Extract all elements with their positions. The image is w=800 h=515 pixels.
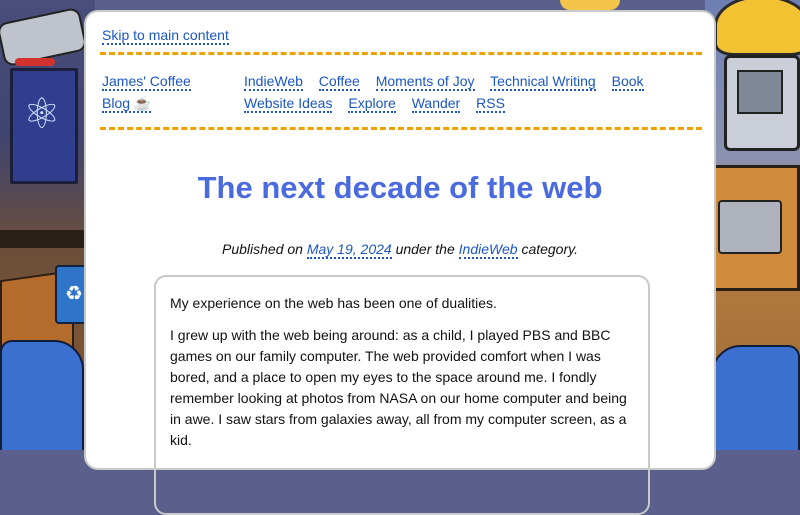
category-suffix: category. — [521, 241, 578, 257]
nav-item-moments-of-joy[interactable]: Moments of Joy — [375, 73, 475, 91]
nav-item-wander[interactable]: Wander — [411, 95, 461, 113]
category-prefix: under the — [395, 241, 455, 257]
site-name-container: James' Coffee Blog ☕ — [102, 70, 222, 114]
site-name-link[interactable]: James' Coffee Blog ☕ — [102, 73, 191, 113]
printer-illustration — [718, 200, 782, 254]
nav-item-rss[interactable]: RSS — [476, 95, 505, 113]
atom-icon: ⚛ — [23, 90, 61, 137]
nav-item-explore[interactable]: Explore — [348, 95, 396, 113]
ceiling-light — [560, 0, 620, 10]
header-divider-top — [100, 52, 702, 55]
post-title: The next decade of the web — [197, 170, 603, 205]
published-prefix: Published on — [222, 241, 303, 257]
shelf-illustration — [0, 230, 95, 248]
nav-item-book[interactable]: Book — [611, 73, 644, 91]
post-date-link[interactable]: May 19, 2024 — [306, 241, 392, 259]
hard-hat-illustration — [714, 0, 800, 56]
nav-item-website-ideas[interactable]: Website Ideas — [244, 95, 333, 113]
monitor-illustration — [724, 55, 800, 151]
post-body: My experience on the web has been one of… — [154, 275, 650, 515]
post-category-link[interactable]: IndieWeb — [458, 241, 518, 259]
monitor-screen — [737, 70, 783, 114]
header-divider-bottom — [100, 127, 702, 130]
rolled-posters-right — [711, 345, 800, 450]
nav-item-coffee[interactable]: Coffee — [318, 73, 360, 91]
main-nav: IndieWeb Coffee Moments of Joy Technical… — [244, 70, 664, 114]
rolled-posters-left — [0, 340, 84, 450]
atom-poster: ⚛ — [10, 68, 78, 184]
nav-item-technical-writing[interactable]: Technical Writing — [490, 73, 596, 91]
skip-link[interactable]: Skip to main content — [102, 27, 229, 45]
lamp-light-illustration — [15, 58, 55, 66]
post-meta: Published on May 19, 2024 under the Indi… — [86, 241, 714, 259]
content-card: Skip to main content James' Coffee Blog … — [84, 10, 716, 515]
recycle-icon: ♻ — [65, 283, 83, 305]
nav-item-indieweb[interactable]: IndieWeb — [244, 73, 303, 91]
post-paragraph: I grew up with the web being around: as … — [170, 327, 627, 448]
post-paragraph: My experience on the web has been one of… — [170, 295, 497, 311]
